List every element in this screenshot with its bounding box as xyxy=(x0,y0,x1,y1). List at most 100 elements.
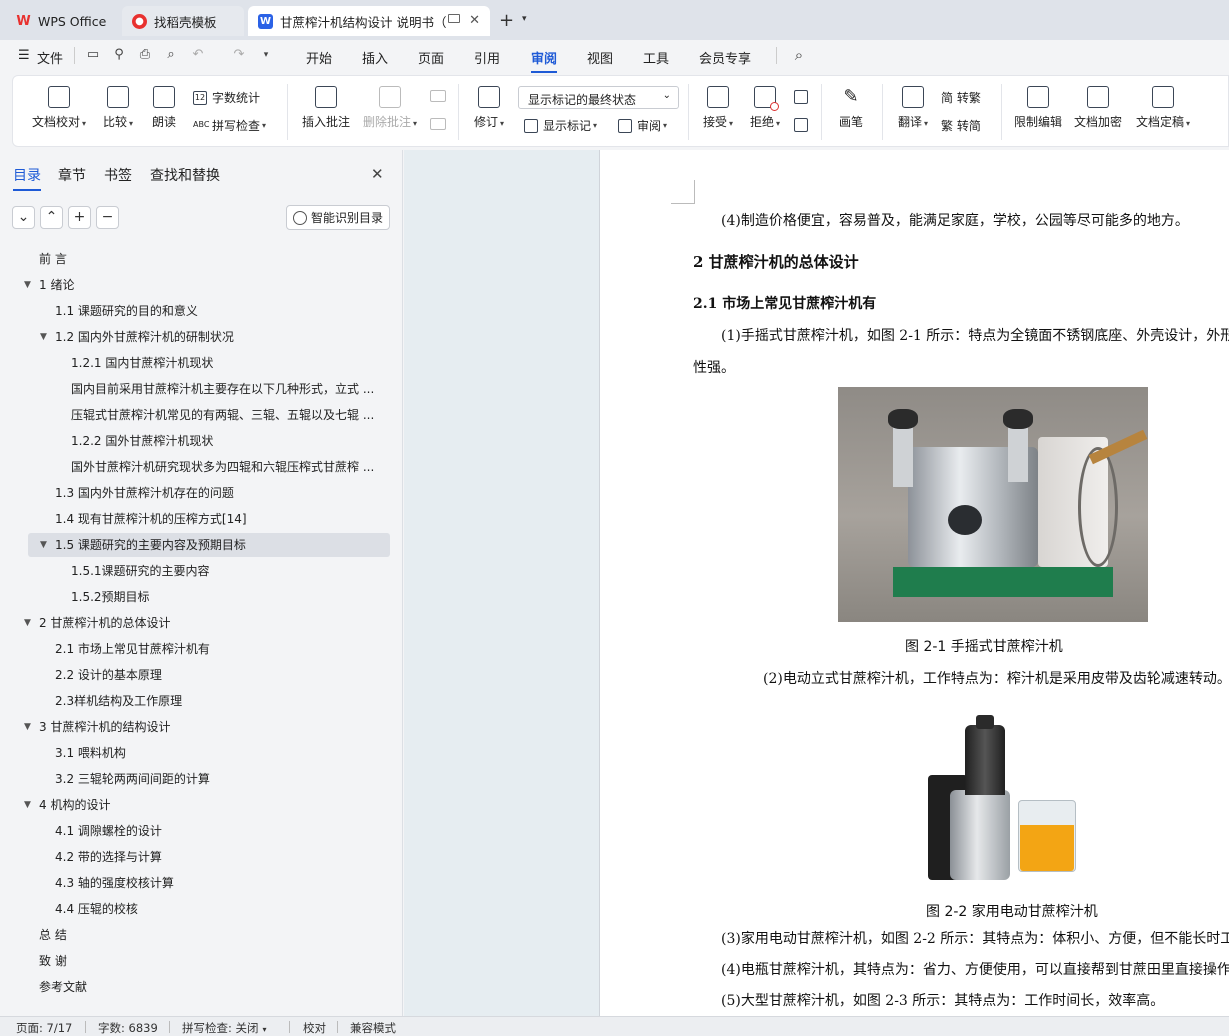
toc-item[interactable]: 1.5.1课题研究的主要内容 xyxy=(71,559,210,583)
tab-find-replace[interactable]: 查找和替换 xyxy=(150,165,220,185)
monitor-icon[interactable] xyxy=(448,14,460,23)
toc-item[interactable]: 2.2 设计的基本原理 xyxy=(55,663,162,687)
toc-item[interactable]: 1.2.1 国内甘蔗榨汁机现状 xyxy=(71,351,213,375)
toc-item[interactable]: 1.3 国内外甘蔗榨汁机存在的问题 xyxy=(55,481,234,505)
reject-button[interactable]: 拒绝 ▾ xyxy=(745,86,785,130)
pen-button[interactable]: ✎ 画笔 xyxy=(833,86,869,130)
redo-icon[interactable]: ↷ xyxy=(231,47,247,63)
expand-toggle-icon[interactable]: ▼ xyxy=(40,325,47,349)
toc-item[interactable]: 2.3样机结构及工作原理 xyxy=(55,689,182,713)
track-changes-button[interactable]: 修订 ▾ xyxy=(469,86,509,130)
next-change-icon[interactable] xyxy=(794,118,808,132)
toc-item[interactable]: 1.4 现有甘蔗榨汁机的压榨方式[14] xyxy=(55,507,247,531)
menu-page[interactable]: 页面 xyxy=(418,48,444,67)
toc-item[interactable]: 1.2.2 国外甘蔗榨汁机现状 xyxy=(71,429,213,453)
restrict-edit-button[interactable]: 限制编辑 xyxy=(1011,86,1065,130)
save-icon[interactable]: ▭ xyxy=(85,47,101,63)
tab-wps-office[interactable]: W WPS Office xyxy=(6,6,118,36)
display-state-select[interactable]: 显示标记的最终状态 ⌄ xyxy=(518,86,679,109)
menu-start[interactable]: 开始 xyxy=(306,48,332,67)
spell-check-button[interactable]: ABC 拼写检查 ▾ xyxy=(193,117,266,134)
proof-status[interactable]: 校对 xyxy=(303,1020,326,1036)
doc-check-button[interactable]: 文档校对 ▾ xyxy=(29,86,89,130)
menu-view[interactable]: 视图 xyxy=(587,48,613,67)
toc-item[interactable]: 前 言 xyxy=(39,247,67,271)
page-indicator[interactable]: 页面: 7/17 xyxy=(16,1020,72,1036)
toc-item[interactable]: 1.1 课题研究的目的和意义 xyxy=(55,299,198,323)
expand-toggle-icon[interactable]: ▼ xyxy=(40,533,47,557)
insert-comment-button[interactable]: 插入批注 xyxy=(299,86,353,130)
menu-file[interactable]: 文件 xyxy=(37,48,63,67)
chevron-down-icon[interactable]: ▾ xyxy=(258,47,274,63)
remove-heading-button[interactable]: − xyxy=(96,206,119,229)
new-tab-plus-icon[interactable]: + xyxy=(499,10,514,31)
toc-item[interactable]: ▼ 1.5 课题研究的主要内容及预期目标 xyxy=(40,533,246,557)
toc-item-label: 1.5 课题研究的主要内容及预期目标 xyxy=(55,538,246,552)
word-count-button[interactable]: 12 字数统计 xyxy=(193,89,260,106)
toc-item[interactable]: 4.3 轴的强度校核计算 xyxy=(55,871,174,895)
link-icon[interactable]: ⚲ xyxy=(111,47,127,63)
toc-item[interactable]: 致 谢 xyxy=(39,949,67,973)
to-traditional-button[interactable]: 简 转繁 xyxy=(941,89,981,106)
toc-item[interactable]: 3.2 三辊轮两两间间距的计算 xyxy=(55,767,210,791)
toc-item[interactable]: ▼ 4 机构的设计 xyxy=(24,793,110,817)
print-preview-icon[interactable]: ⌕ xyxy=(163,47,179,63)
toc-item[interactable]: 参考文献 xyxy=(39,975,87,999)
tab-current-document[interactable]: W 甘蔗榨汁机结构设计 说明书（ ✕ xyxy=(248,6,490,36)
toc-item[interactable]: ▼ 1.2 国内外甘蔗榨汁机的研制状况 xyxy=(40,325,234,349)
delete-comment-button[interactable]: 删除批注 ▾ xyxy=(359,86,421,130)
toc-item[interactable]: ▼ 1 绪论 xyxy=(24,273,74,297)
add-heading-button[interactable]: + xyxy=(68,206,91,229)
toc-item[interactable]: 4.2 带的选择与计算 xyxy=(55,845,162,869)
review-pane-button[interactable]: 审阅 ▾ xyxy=(618,117,667,134)
accept-button[interactable]: 接受 ▾ xyxy=(698,86,738,130)
tab-bookmarks[interactable]: 书签 xyxy=(104,165,132,185)
tab-chapters[interactable]: 章节 xyxy=(58,165,86,185)
expand-toggle-icon[interactable]: ▼ xyxy=(24,715,31,739)
menu-insert[interactable]: 插入 xyxy=(362,48,388,67)
menu-member[interactable]: 会员专享 xyxy=(699,48,751,67)
close-icon[interactable]: ✕ xyxy=(371,165,384,183)
expand-toggle-icon[interactable]: ▼ xyxy=(24,793,31,817)
expand-toggle-icon[interactable]: ▼ xyxy=(24,273,31,297)
prev-change-icon[interactable] xyxy=(794,90,808,104)
compare-button[interactable]: 比较 ▾ xyxy=(98,86,138,130)
menu-review[interactable]: 审阅 xyxy=(531,48,558,73)
tab-docer-templates[interactable]: ● 找稻壳模板 xyxy=(122,6,244,36)
show-markup-button[interactable]: 显示标记 ▾ xyxy=(524,117,597,134)
toc-item[interactable]: 3.1 喂料机构 xyxy=(55,741,126,765)
toc-item[interactable]: 国外甘蔗榨汁机研究现状多为四辊和六辊压榨式甘蔗榨 ... xyxy=(71,455,374,479)
search-icon[interactable]: ⌕ xyxy=(791,47,807,63)
smart-toc-button[interactable]: 智能识别目录 xyxy=(286,205,390,230)
document-page[interactable]: (4)制造价格便宜，容易普及，能满足家庭，学校，公园等尽可能多的地方。 2 甘蔗… xyxy=(599,150,1229,1016)
expand-down-button[interactable]: ⌄ xyxy=(12,206,35,229)
toc-item[interactable]: 总 结 xyxy=(39,923,67,947)
toc-item[interactable]: ▼ 2 甘蔗榨汁机的总体设计 xyxy=(24,611,170,635)
toc-item[interactable]: 4.4 压辊的校核 xyxy=(55,897,138,921)
encrypt-button[interactable]: 文档加密 xyxy=(1071,86,1125,130)
spell-check-status[interactable]: 拼写检查: 关闭 ▾ xyxy=(182,1020,267,1036)
toc-item[interactable]: ▼ 3 甘蔗榨汁机的结构设计 xyxy=(24,715,170,739)
tab-toc[interactable]: 目录 xyxy=(13,165,41,191)
toc-item[interactable]: 压辊式甘蔗榨汁机常见的有两辊、三辊、五辊以及七辊 ... xyxy=(71,403,374,427)
finalize-button[interactable]: 文档定稿 ▾ xyxy=(1131,86,1195,130)
menu-tools[interactable]: 工具 xyxy=(643,48,669,67)
collapse-up-button[interactable]: ⌃ xyxy=(40,206,63,229)
hamburger-icon[interactable]: ☰ xyxy=(18,48,30,63)
toc-item[interactable]: 4.1 调隙螺栓的设计 xyxy=(55,819,162,843)
close-icon[interactable]: ✕ xyxy=(469,13,480,28)
translate-button[interactable]: 翻译 ▾ xyxy=(893,86,933,130)
word-count-indicator[interactable]: 字数: 6839 xyxy=(98,1020,158,1036)
print-icon[interactable]: ⎙ xyxy=(137,47,153,63)
read-aloud-button[interactable]: 朗读 xyxy=(148,86,180,130)
next-comment-icon[interactable] xyxy=(430,118,446,130)
to-simplified-button[interactable]: 繁 转简 xyxy=(941,117,981,134)
toc-item[interactable]: 2.1 市场上常见甘蔗榨汁机有 xyxy=(55,637,210,661)
toc-item[interactable]: 国内目前采用甘蔗榨汁机主要存在以下几种形式，立式 ... xyxy=(71,377,374,401)
toc-item[interactable]: 1.5.2预期目标 xyxy=(71,585,150,609)
menu-reference[interactable]: 引用 xyxy=(474,48,500,67)
expand-toggle-icon[interactable]: ▼ xyxy=(24,611,31,635)
chevron-down-icon[interactable]: ▾ xyxy=(522,14,527,24)
undo-icon[interactable]: ↶ xyxy=(190,47,206,63)
prev-comment-icon[interactable] xyxy=(430,90,446,102)
